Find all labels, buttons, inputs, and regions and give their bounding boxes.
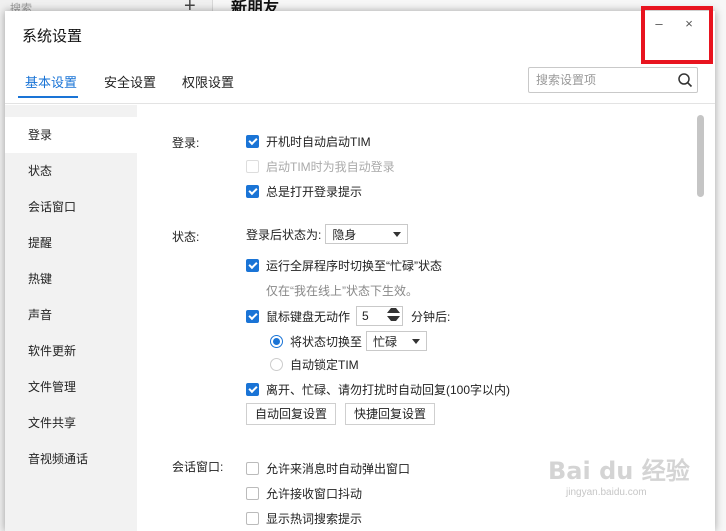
sidebar-item-session-window[interactable]: 会话窗口 (5, 189, 137, 225)
auto-reply-settings-button[interactable]: 自动回复设置 (246, 403, 337, 425)
quick-reply-settings-button[interactable]: 快捷回复设置 (345, 403, 436, 425)
stepper-up-icon[interactable] (387, 308, 401, 313)
sidebar-item-av-call[interactable]: 音视频通话 (5, 441, 137, 477)
after-login-status-select[interactable]: 隐身 (325, 224, 409, 244)
switch-status-label: 将状态切换至 (290, 334, 363, 349)
window-shake-label: 允许接收窗口抖动 (266, 487, 363, 501)
sidebar-item-hotkey[interactable]: 热键 (5, 261, 137, 297)
auto-start-checkbox[interactable] (246, 135, 259, 148)
auto-lock-row[interactable]: 自动锁定TIM (270, 356, 359, 373)
tab-permission-settings[interactable]: 权限设置 (182, 72, 234, 91)
auto-popup-checkbox[interactable] (246, 462, 259, 475)
settings-tabs: 基本设置 安全设置 权限设置 (5, 59, 715, 104)
chevron-down-icon (393, 231, 402, 237)
sidebar-item-software-update[interactable]: 软件更新 (5, 333, 137, 369)
sidebar-item-reminder[interactable]: 提醒 (5, 225, 137, 261)
baidu-watermark: Bai du 经验 (548, 457, 690, 485)
sidebar-item-file-sharing[interactable]: 文件共享 (5, 405, 137, 441)
scrollbar-thumb[interactable] (697, 115, 704, 197)
tab-security-settings[interactable]: 安全设置 (104, 72, 156, 91)
settings-search-box (528, 67, 698, 93)
sidebar-item-login[interactable]: 登录 (5, 117, 137, 153)
after-login-status-label: 登录后状态为: (246, 227, 322, 242)
option-window-shake[interactable]: 允许接收窗口抖动 (246, 485, 362, 502)
auto-lock-radio[interactable] (270, 358, 283, 371)
option-fullscreen-busy[interactable]: 运行全屏程序时切换至“忙碌”状态 (246, 257, 442, 274)
window-shake-checkbox[interactable] (246, 487, 259, 500)
auto-login-checkbox (246, 160, 259, 173)
option-hot-search[interactable]: 显示热词搜索提示 (246, 510, 362, 527)
option-auto-popup[interactable]: 允许来消息时自动弹出窗口 (246, 460, 410, 477)
sidebar-item-sound[interactable]: 声音 (5, 297, 137, 333)
option-show-login-tips[interactable]: 总是打开登录提示 (246, 183, 362, 200)
section-label-status: 状态: (172, 230, 200, 244)
option-auto-login: 启动TIM时为我自动登录 (246, 158, 395, 175)
after-login-status-row: 登录后状态为: 隐身 (246, 224, 409, 244)
option-auto-start[interactable]: 开机时自动启动TIM (246, 133, 371, 150)
idle-minutes-value: 5 (362, 309, 369, 323)
active-tab-indicator (18, 96, 78, 98)
after-login-status-value: 隐身 (332, 227, 357, 242)
fullscreen-busy-hint: 仅在“我在线上”状态下生效。 (266, 284, 418, 298)
show-tips-label: 总是打开登录提示 (266, 185, 363, 199)
auto-reply-checkbox[interactable] (246, 383, 259, 396)
tab-basic-settings[interactable]: 基本设置 (25, 72, 77, 91)
switch-status-radio[interactable] (270, 334, 283, 348)
baidu-watermark-url: jingyan.baidu.com (566, 487, 647, 498)
sidebar-item-file-management[interactable]: 文件管理 (5, 369, 137, 405)
section-label-login: 登录: (172, 136, 200, 150)
settings-sidebar: 登录 状态 会话窗口 提醒 热键 声音 软件更新 文件管理 文件共享 音视频通话 (5, 105, 137, 531)
hot-search-label: 显示热词搜索提示 (266, 512, 363, 526)
fullscreen-busy-label: 运行全屏程序时切换至“忙碌”状态 (266, 259, 442, 273)
sidebar-item-status[interactable]: 状态 (5, 153, 137, 189)
auto-login-label: 启动TIM时为我自动登录 (266, 160, 395, 174)
settings-search-input[interactable] (529, 68, 669, 92)
auto-reply-label: 离开、忙碌、请勿打扰时自动回复(100字以内) (266, 383, 511, 397)
auto-popup-label: 允许来消息时自动弹出窗口 (266, 462, 411, 476)
show-tips-checkbox[interactable] (246, 185, 259, 198)
dialog-titlebar: 系统设置 – × (5, 6, 715, 64)
idle-minutes-stepper[interactable]: 5 (356, 306, 404, 326)
search-icon[interactable] (677, 72, 693, 88)
switch-status-select[interactable]: 忙碌 (366, 331, 428, 351)
content-scrollbar[interactable] (697, 115, 705, 525)
fullscreen-busy-checkbox[interactable] (246, 259, 259, 272)
idle-label: 鼠标键盘无动作 (266, 309, 351, 324)
idle-suffix-label: 分钟后: (411, 309, 451, 324)
stepper-down-icon[interactable] (387, 316, 401, 321)
switch-status-value: 忙碌 (373, 334, 398, 349)
hot-search-checkbox[interactable] (246, 512, 259, 525)
highlight-annotation-box (641, 6, 713, 64)
auto-start-label: 开机时自动启动TIM (266, 135, 371, 149)
idle-checkbox[interactable] (246, 309, 259, 323)
switch-status-row: 将状态切换至 忙碌 (270, 331, 428, 351)
dialog-title: 系统设置 (22, 28, 83, 45)
auto-lock-label: 自动锁定TIM (290, 358, 359, 372)
idle-row: 鼠标键盘无动作 5 分钟后: (246, 306, 450, 326)
option-auto-reply[interactable]: 离开、忙碌、请勿打扰时自动回复(100字以内) (246, 381, 510, 398)
chevron-down-icon (412, 338, 421, 344)
section-label-session: 会话窗口: (172, 460, 224, 474)
